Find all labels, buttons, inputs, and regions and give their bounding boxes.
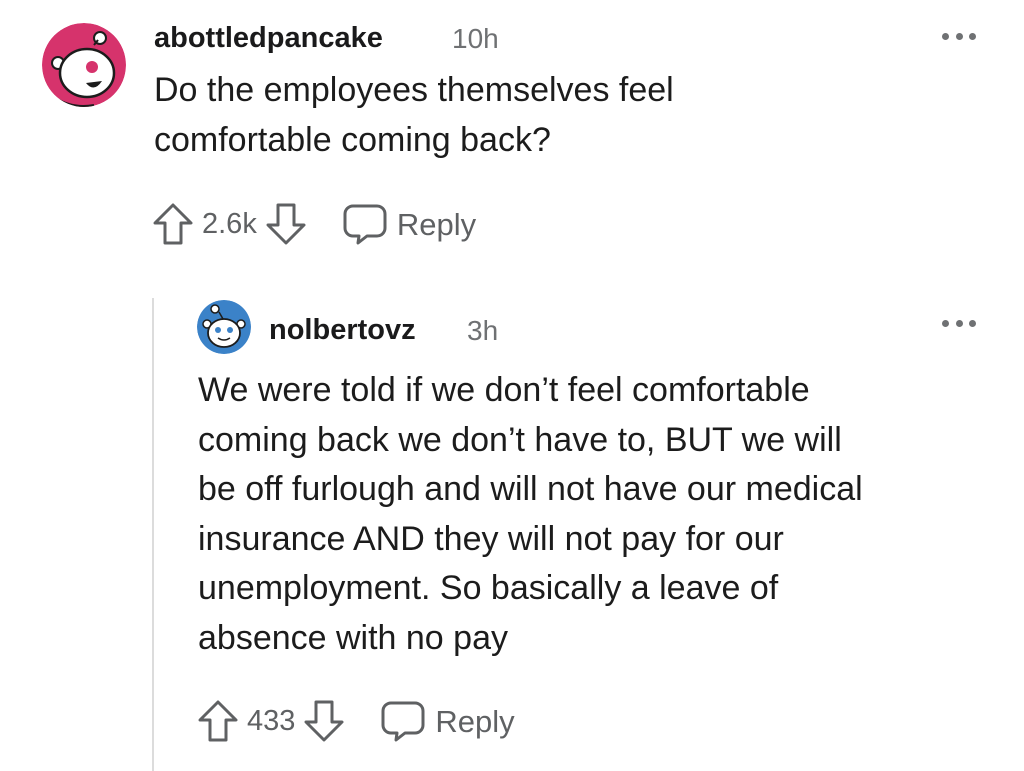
downvote-icon[interactable] — [303, 699, 345, 743]
timestamp: 10h — [452, 23, 499, 54]
comment-body: Do the employees themselves feel comfort… — [154, 71, 674, 159]
reddit-snoo-icon — [197, 300, 251, 354]
reply-label: Reply — [396, 206, 477, 242]
upvote-icon[interactable] — [197, 699, 239, 743]
avatar[interactable] — [42, 23, 126, 107]
vote-count: 2.6k — [202, 207, 257, 240]
downvote-icon[interactable] — [265, 202, 307, 246]
comment-thread: abottledpancake 10h Do the employees the… — [0, 0, 1024, 771]
thread-line[interactable] — [152, 298, 154, 771]
comment-bubble-icon — [343, 203, 387, 245]
avatar[interactable] — [197, 300, 251, 354]
comment-bubble-icon — [381, 700, 425, 742]
vote-count: 433 — [247, 704, 296, 737]
timestamp: 3h — [467, 315, 499, 346]
username[interactable]: abottledpancake — [154, 24, 383, 53]
comment-actions: 433 Reply — [197, 699, 515, 743]
comment-actions: 2.6k Reply — [152, 202, 476, 246]
reply-label: Reply — [435, 703, 515, 739]
comment-body: We were told if we don’t feel comfortabl… — [198, 371, 863, 657]
more-options-icon[interactable] — [942, 30, 976, 42]
reply-button[interactable]: Reply — [343, 203, 476, 245]
upvote-icon[interactable] — [152, 202, 194, 246]
more-options-icon[interactable] — [942, 317, 976, 329]
reply-button[interactable]: Reply — [381, 700, 515, 742]
reddit-snoo-icon — [42, 23, 126, 107]
username[interactable]: nolbertovz — [269, 316, 416, 345]
